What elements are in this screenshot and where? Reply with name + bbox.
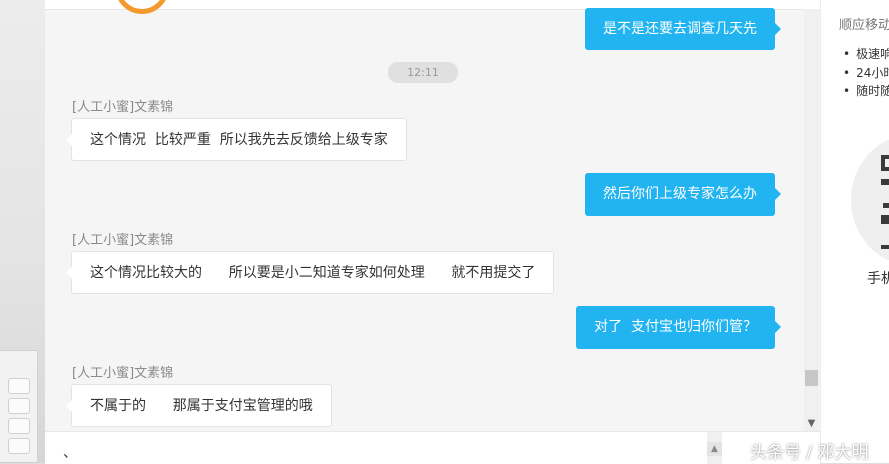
side-panel-title: 顺应移动 [839,18,889,33]
message-sender: [人工小蜜]文素锦 [72,233,174,248]
input-scrollbar[interactable]: ▲ [707,432,722,464]
feature-item: • 极速响 [843,45,889,62]
feature-label: 极速响 [856,47,889,61]
side-panel-caption: 手机 [867,271,889,287]
chat-scrollbar[interactable]: ▼ [804,9,819,431]
message-sender: [人工小蜜]文素锦 [72,366,174,381]
message-incoming: 这个情况比较大的 所以要是小二知道专家如何处理 就不用提交了 [65,251,555,294]
message-input-value[interactable]: 、 [63,442,77,462]
chat-window: 是不是还要去调查几天先 12:11 [人工小蜜]文素锦 这个情况 比较严重 所以… [45,0,820,464]
watermark: 头条号 / 邓大明 [750,443,869,463]
message-input[interactable]: 、 ▲ [45,431,820,464]
desk-background [0,0,45,463]
message-sender: [人工小蜜]文素锦 [72,100,174,115]
scroll-down-arrow-icon[interactable]: ▼ [804,417,819,431]
keyboard-decoration [0,350,38,463]
message-incoming: 这个情况 比较严重 所以我先去反馈给上级专家 [66,118,407,161]
feature-item: • 随时随 [843,82,889,99]
message-outgoing: 对了 支付宝也归你们管？ [576,306,781,349]
message-outgoing: 是不是还要去调查几天先 [585,8,781,50]
feature-label: 24小时 [856,66,889,80]
message-outgoing: 然后你们上级专家怎么办 [585,173,781,216]
feature-label: 随时随 [856,84,889,98]
side-panel: 顺应移动 •极速响 •24小时 •随时随 手机 [820,0,889,463]
scroll-up-arrow-icon[interactable]: ▲ [707,442,722,456]
message-timestamp: 12:11 [388,62,458,83]
feature-item: •24小时 [843,64,889,81]
scrollbar-thumb[interactable] [805,370,818,386]
qr-code-icon [851,135,889,265]
message-incoming: 不属于的 那属于支付宝管理的哦 [66,384,332,427]
